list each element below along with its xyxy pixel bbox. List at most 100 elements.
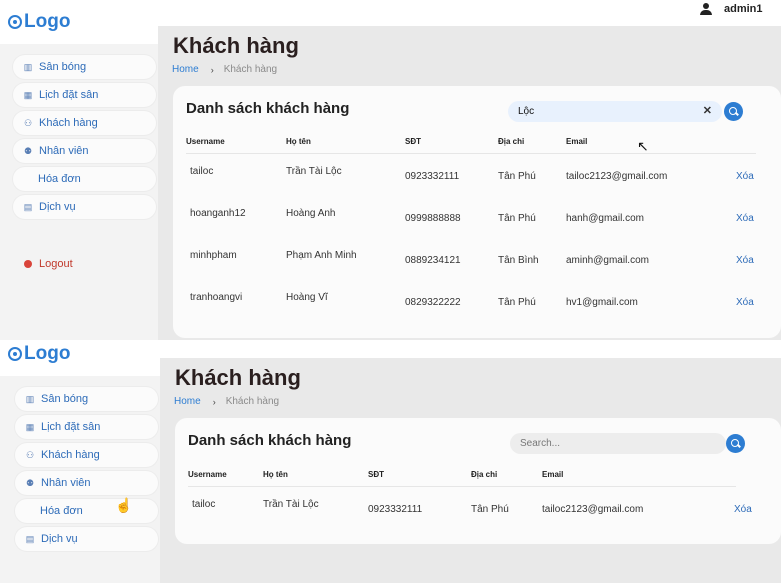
delete-button[interactable]: Xóa [736, 213, 754, 224]
delete-button[interactable]: Xóa [736, 171, 754, 182]
cell-name: Hoàng Anh [286, 208, 336, 219]
cell-email: hanh@gmail.com [566, 213, 644, 224]
username-label: admin1 [724, 3, 763, 15]
search-input[interactable] [510, 438, 726, 449]
delete-button[interactable]: Xóa [734, 504, 752, 515]
page-title: Khách hàng [173, 33, 299, 58]
search-field[interactable]: ✕ [508, 101, 722, 122]
screenshot-bottom: Logo ▥ Sân bóng ▦ Lịch đặt sân ⚇ Khách h… [0, 340, 781, 583]
delete-button[interactable]: Xóa [736, 297, 754, 308]
calendar-icon: ▦ [23, 89, 33, 100]
screenshot-top: Logo ▥ Sân bóng ▦ Lịch đặt sân ⚇ Khách h… [0, 0, 781, 340]
cell-email: hv1@gmail.com [566, 297, 638, 308]
sidebar-item-khach-hang[interactable]: ⚇ Khách hàng [15, 443, 158, 467]
column-header-address: Địa chỉ [498, 137, 525, 146]
sidebar-item-hoa-don[interactable]: Hóa đơn [15, 499, 158, 523]
logout-label: Logout [39, 258, 73, 270]
sidebar: ▥ Sân bóng ▦ Lịch đặt sân ⚇ Khách hàng ⚉… [0, 44, 158, 340]
users-icon: ⚇ [23, 117, 33, 128]
cell-name: Trần Tài Lộc [263, 499, 319, 510]
cell-username: tailoc [192, 499, 216, 510]
column-header-phone: SĐT [405, 137, 421, 146]
sidebar-item-label: Lịch đặt sân [41, 421, 101, 433]
sidebar-item-khach-hang[interactable]: ⚇ Khách hàng [13, 111, 156, 135]
map-icon: ▥ [25, 393, 35, 404]
sidebar-item-label: Khách hàng [39, 117, 98, 129]
cell-address: Tân Phú [498, 297, 536, 308]
delete-button[interactable]: Xóa [736, 255, 754, 266]
cell-address: Tân Phú [471, 504, 509, 515]
table-divider [186, 153, 756, 154]
sidebar-item-san-bong[interactable]: ▥ Sân bóng [13, 55, 156, 79]
clear-icon[interactable]: ✕ [703, 104, 712, 117]
cell-username: minhpham [190, 250, 237, 261]
sidebar-item-nhan-vien[interactable]: ⚉ Nhân viên [15, 471, 158, 495]
sidebar-item-label: Hóa đơn [38, 173, 81, 185]
sidebar-item-lich-dat-san[interactable]: ▦ Lịch đặt sân [13, 83, 156, 107]
main-content: Khách hàng Home › Khách hàng Danh sách k… [160, 358, 781, 583]
chevron-right-icon: › [210, 64, 214, 75]
breadcrumb-home[interactable]: Home [174, 396, 201, 407]
cell-username: tailoc [190, 166, 214, 177]
cell-phone: 0923332111 [405, 171, 460, 182]
users-icon: ⚇ [25, 449, 35, 460]
sidebar-item-dich-vu[interactable]: ▤ Dịch vụ [13, 195, 156, 219]
mouse-pointer-icon: ↖ [637, 138, 649, 154]
map-icon: ▥ [23, 61, 33, 72]
sidebar-item-label: Nhân viên [39, 145, 89, 157]
cell-phone: 0829322222 [405, 297, 461, 308]
logo-text: Logo [24, 343, 71, 364]
cell-phone: 0999888888 [405, 213, 461, 224]
sidebar: ▥ Sân bóng ▦ Lịch đặt sân ⚇ Khách hàng ⚉… [0, 376, 160, 583]
sidebar-item-label: Sân bóng [41, 393, 89, 405]
sidebar-item-label: Dịch vụ [41, 533, 78, 545]
column-header-email: Email [566, 137, 588, 146]
sidebar-item-label: Nhân viên [41, 477, 91, 489]
sidebar-item-label: Lịch đặt sân [39, 89, 99, 101]
sidebar-item-san-bong[interactable]: ▥ Sân bóng [15, 387, 158, 411]
table-divider [188, 486, 736, 487]
sidebar-item-dich-vu[interactable]: ▤ Dịch vụ [15, 527, 158, 551]
sidebar-item-label: Khách hàng [41, 449, 100, 461]
breadcrumb-current: Khách hàng [223, 64, 278, 75]
customer-card: Danh sách khách hàng ✕ Username Họ tên S… [173, 86, 781, 338]
search-input[interactable] [508, 106, 722, 117]
chevron-right-icon: › [212, 396, 216, 407]
logout-icon [24, 260, 32, 268]
column-header-name: Họ tên [263, 470, 288, 479]
calendar-icon: ▦ [25, 421, 35, 432]
breadcrumb: Home › Khách hàng [174, 396, 279, 407]
column-header-username: Username [188, 470, 227, 479]
sidebar-item-hoa-don[interactable]: Hóa đơn [13, 167, 156, 191]
logout-button[interactable]: Logout [24, 258, 73, 270]
breadcrumb-current: Khách hàng [225, 396, 280, 407]
sidebar-item-label: Dịch vụ [39, 201, 76, 213]
sidebar-item-label: Sân bóng [39, 61, 87, 73]
column-header-username: Username [186, 137, 225, 146]
service-icon: ▤ [25, 533, 35, 544]
sidebar-item-lich-dat-san[interactable]: ▦ Lịch đặt sân [15, 415, 158, 439]
cell-address: Tân Phú [498, 171, 536, 182]
cell-address: Tân Phú [498, 213, 536, 224]
cell-email: aminh@gmail.com [566, 255, 649, 266]
cell-email: tailoc2123@gmail.com [542, 504, 644, 515]
hand-pointer-icon: ☝ [115, 497, 133, 513]
card-title: Danh sách khách hàng [186, 100, 350, 117]
search-button[interactable] [726, 434, 745, 453]
logo-text: Logo [24, 11, 71, 32]
cell-name: Trần Tài Lộc [286, 166, 342, 177]
cell-email: tailoc2123@gmail.com [566, 171, 668, 182]
logo-icon [8, 347, 22, 361]
user-menu[interactable]: admin1 [700, 0, 763, 18]
page-title: Khách hàng [175, 365, 301, 390]
cell-phone: 0923332111 [368, 504, 423, 515]
cell-name: Phạm Anh Minh [286, 250, 357, 261]
user-icon [700, 2, 712, 16]
app-logo[interactable]: Logo [8, 11, 70, 33]
breadcrumb: Home › Khách hàng [172, 64, 277, 75]
breadcrumb-home[interactable]: Home [172, 64, 199, 75]
sidebar-item-nhan-vien[interactable]: ⚉ Nhân viên [13, 139, 156, 163]
app-logo[interactable]: Logo [8, 343, 70, 365]
search-field[interactable] [510, 433, 726, 454]
search-button[interactable] [724, 102, 743, 121]
